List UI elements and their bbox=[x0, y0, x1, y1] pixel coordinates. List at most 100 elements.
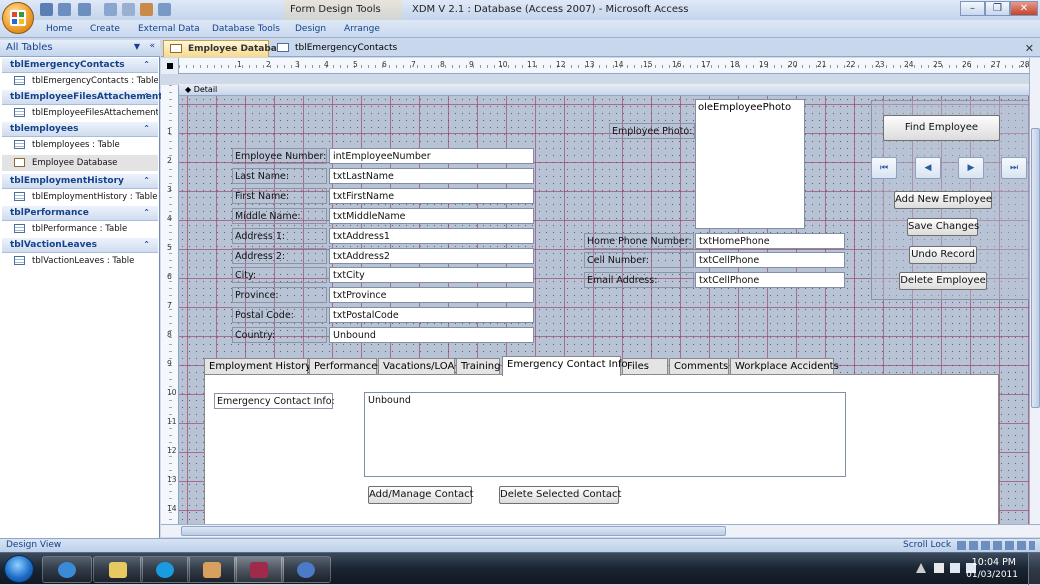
tab-employment-history[interactable]: Employment History bbox=[204, 358, 311, 375]
view-switcher-icons[interactable] bbox=[957, 541, 1035, 550]
textbox-postal-code[interactable]: txtPostalCode bbox=[329, 307, 534, 323]
label-city[interactable]: City: bbox=[232, 267, 327, 283]
nav-item-employees-table[interactable]: tblemployees : Table bbox=[2, 137, 158, 153]
nav-item-vaction-leaves-table[interactable]: tblVactionLeaves : Table bbox=[2, 253, 158, 269]
taskbar-ie[interactable] bbox=[42, 556, 92, 583]
add-manage-contact-button[interactable]: Add/Manage Contact bbox=[368, 486, 474, 504]
save-changes-button[interactable]: Save Changes bbox=[907, 218, 979, 236]
label-country[interactable]: Country: bbox=[232, 327, 327, 343]
nav-item-employment-history-table[interactable]: tblEmploymentHistory : Table bbox=[2, 189, 158, 205]
minimize-button[interactable]: – bbox=[960, 1, 985, 16]
taskbar-explorer[interactable] bbox=[93, 556, 143, 583]
photo-frame[interactable]: oleEmployeePhoto bbox=[695, 99, 805, 229]
doc-tab-emergency-contacts[interactable]: tblEmergencyContacts bbox=[271, 40, 397, 57]
add-new-employee-button[interactable]: Add New Employee bbox=[894, 191, 992, 209]
nav-group-files-attachement[interactable]: tblEmployeeFilesAttachement ⌃ bbox=[2, 90, 163, 105]
label-cell-number[interactable]: Cell Number: bbox=[584, 252, 694, 268]
view-icon[interactable] bbox=[104, 3, 117, 16]
undo-record-button[interactable]: Undo Record bbox=[909, 246, 977, 264]
taskbar-browser[interactable] bbox=[281, 556, 331, 583]
restore-button[interactable]: ❐ bbox=[985, 1, 1010, 16]
nav-group-employment-history[interactable]: tblEmploymentHistory ⌃ bbox=[2, 174, 158, 189]
start-button[interactable] bbox=[4, 555, 34, 583]
image-icon[interactable] bbox=[140, 3, 153, 16]
tab-performance[interactable]: Performance bbox=[309, 358, 377, 375]
textbox-address-1[interactable]: txtAddress1 bbox=[329, 228, 534, 244]
scroll-thumb[interactable] bbox=[181, 526, 726, 536]
label-first-name[interactable]: First Name: bbox=[232, 188, 327, 204]
textbox-middle-name[interactable]: txtMiddleName bbox=[329, 208, 534, 224]
find-employee-button[interactable]: Find Employee bbox=[883, 115, 1000, 141]
close-button[interactable]: ✕ bbox=[1010, 1, 1038, 16]
delete-selected-contact-button[interactable]: Delete Selected Contact bbox=[499, 486, 621, 504]
office-button[interactable] bbox=[2, 2, 34, 34]
textbox-last-name[interactable]: txtLastName bbox=[329, 168, 534, 184]
tab-emergency-contact-info[interactable]: Emergency Contact Info bbox=[502, 356, 628, 376]
delete-employee-button[interactable]: Delete Employee bbox=[899, 272, 987, 290]
label-province[interactable]: Province: bbox=[232, 287, 327, 303]
horizontal-scrollbar[interactable] bbox=[161, 524, 1040, 537]
detail-section-bar[interactable]: ◆ Detail bbox=[179, 84, 1029, 96]
tool-icon[interactable] bbox=[122, 3, 135, 16]
nav-item-emergency-contacts-table[interactable]: tblEmergencyContacts : Table bbox=[2, 73, 158, 89]
textbox-employee-number[interactable]: intEmployeeNumber bbox=[329, 148, 534, 164]
clock-date[interactable]: 01/03/2011 bbox=[966, 570, 1018, 580]
textbox-email-address[interactable]: txtCellPhone bbox=[695, 272, 845, 288]
label-middle-name[interactable]: Middle Name: bbox=[232, 208, 327, 224]
chevron-down-icon[interactable]: ▼ bbox=[134, 42, 140, 51]
nav-group-employees[interactable]: tblemployees ⌃ bbox=[2, 122, 158, 137]
taskbar-skype[interactable] bbox=[140, 556, 190, 583]
first-record-button[interactable]: ⏮ bbox=[871, 157, 897, 179]
label-employee-photo[interactable]: Employee Photo: bbox=[609, 123, 695, 139]
tab-vacations-loa[interactable]: Vacations/LOA bbox=[378, 358, 455, 375]
form-design-canvas[interactable]: Employee Number: intEmployeeNumber Last … bbox=[179, 96, 1029, 524]
scroll-thumb[interactable] bbox=[1031, 128, 1040, 408]
textbox-address-2[interactable]: txtAddress2 bbox=[329, 248, 534, 264]
tab-home[interactable]: Home bbox=[46, 24, 73, 34]
label-home-phone[interactable]: Home Phone Number: bbox=[584, 233, 694, 249]
textbox-country[interactable]: Unbound bbox=[329, 327, 534, 343]
nav-item-files-attachement-table[interactable]: tblEmployeeFilesAttachement... bbox=[2, 105, 158, 121]
taskbar-paint[interactable] bbox=[187, 556, 237, 583]
textbox-home-phone[interactable]: txtHomePhone bbox=[695, 233, 845, 249]
tab-database-tools[interactable]: Database Tools bbox=[212, 24, 280, 34]
nav-pane-header[interactable]: All Tables ▼ « bbox=[0, 40, 160, 57]
tab-comments[interactable]: Comments bbox=[669, 358, 729, 375]
nav-group-performance[interactable]: tblPerformance ⌃ bbox=[2, 206, 158, 221]
subform-emergency-contacts[interactable]: Unbound bbox=[364, 392, 846, 477]
next-record-button[interactable]: ▶ bbox=[958, 157, 984, 179]
tab-design[interactable]: Design bbox=[295, 24, 326, 34]
label-address-2[interactable]: Address 2: bbox=[232, 248, 327, 264]
tab-arrange[interactable]: Arrange bbox=[344, 24, 380, 34]
label-email-address[interactable]: Email Address: bbox=[584, 272, 694, 288]
tab-create[interactable]: Create bbox=[90, 24, 120, 34]
save-icon[interactable] bbox=[40, 3, 53, 16]
textbox-cell-number[interactable]: txtCellPhone bbox=[695, 252, 845, 268]
close-document-icon[interactable]: ✕ bbox=[1025, 42, 1034, 55]
clock-time[interactable]: 10:04 PM bbox=[972, 557, 1016, 568]
nav-group-vaction-leaves[interactable]: tblVactionLeaves ⌃ bbox=[2, 238, 158, 253]
nav-item-employee-database-form[interactable]: Employee Database bbox=[2, 155, 158, 171]
undo-icon[interactable] bbox=[58, 3, 71, 16]
last-record-button[interactable]: ⏭ bbox=[1001, 157, 1027, 179]
doc-tab-employee-database[interactable]: Employee Database bbox=[163, 40, 288, 57]
previous-record-button[interactable]: ◀ bbox=[915, 157, 941, 179]
label-emergency-contact-info[interactable]: Emergency Contact Info: bbox=[214, 393, 335, 409]
tab-training[interactable]: Training bbox=[456, 358, 500, 375]
label-employee-number[interactable]: Employee Number: bbox=[232, 148, 327, 164]
show-hidden-icons[interactable] bbox=[916, 563, 926, 573]
nav-group-emergency-contacts[interactable]: tblEmergencyContacts ⌃ bbox=[2, 58, 158, 73]
textbox-city[interactable]: txtCity bbox=[329, 267, 534, 283]
tab-workplace-accidents[interactable]: Workplace Accidents bbox=[730, 358, 839, 375]
label-postal-code[interactable]: Postal Code: bbox=[232, 307, 327, 323]
textbox-first-name[interactable]: txtFirstName bbox=[329, 188, 534, 204]
label-last-name[interactable]: Last Name: bbox=[232, 168, 327, 184]
tab-files[interactable]: Files bbox=[622, 358, 668, 375]
redo-icon[interactable] bbox=[78, 3, 91, 16]
form-selector[interactable] bbox=[161, 58, 179, 74]
taskbar-access[interactable] bbox=[234, 556, 284, 583]
show-desktop-button[interactable] bbox=[1028, 553, 1040, 585]
chart-icon[interactable] bbox=[158, 3, 171, 16]
collapse-pane-icon[interactable]: « bbox=[149, 41, 155, 51]
textbox-province[interactable]: txtProvince bbox=[329, 287, 534, 303]
